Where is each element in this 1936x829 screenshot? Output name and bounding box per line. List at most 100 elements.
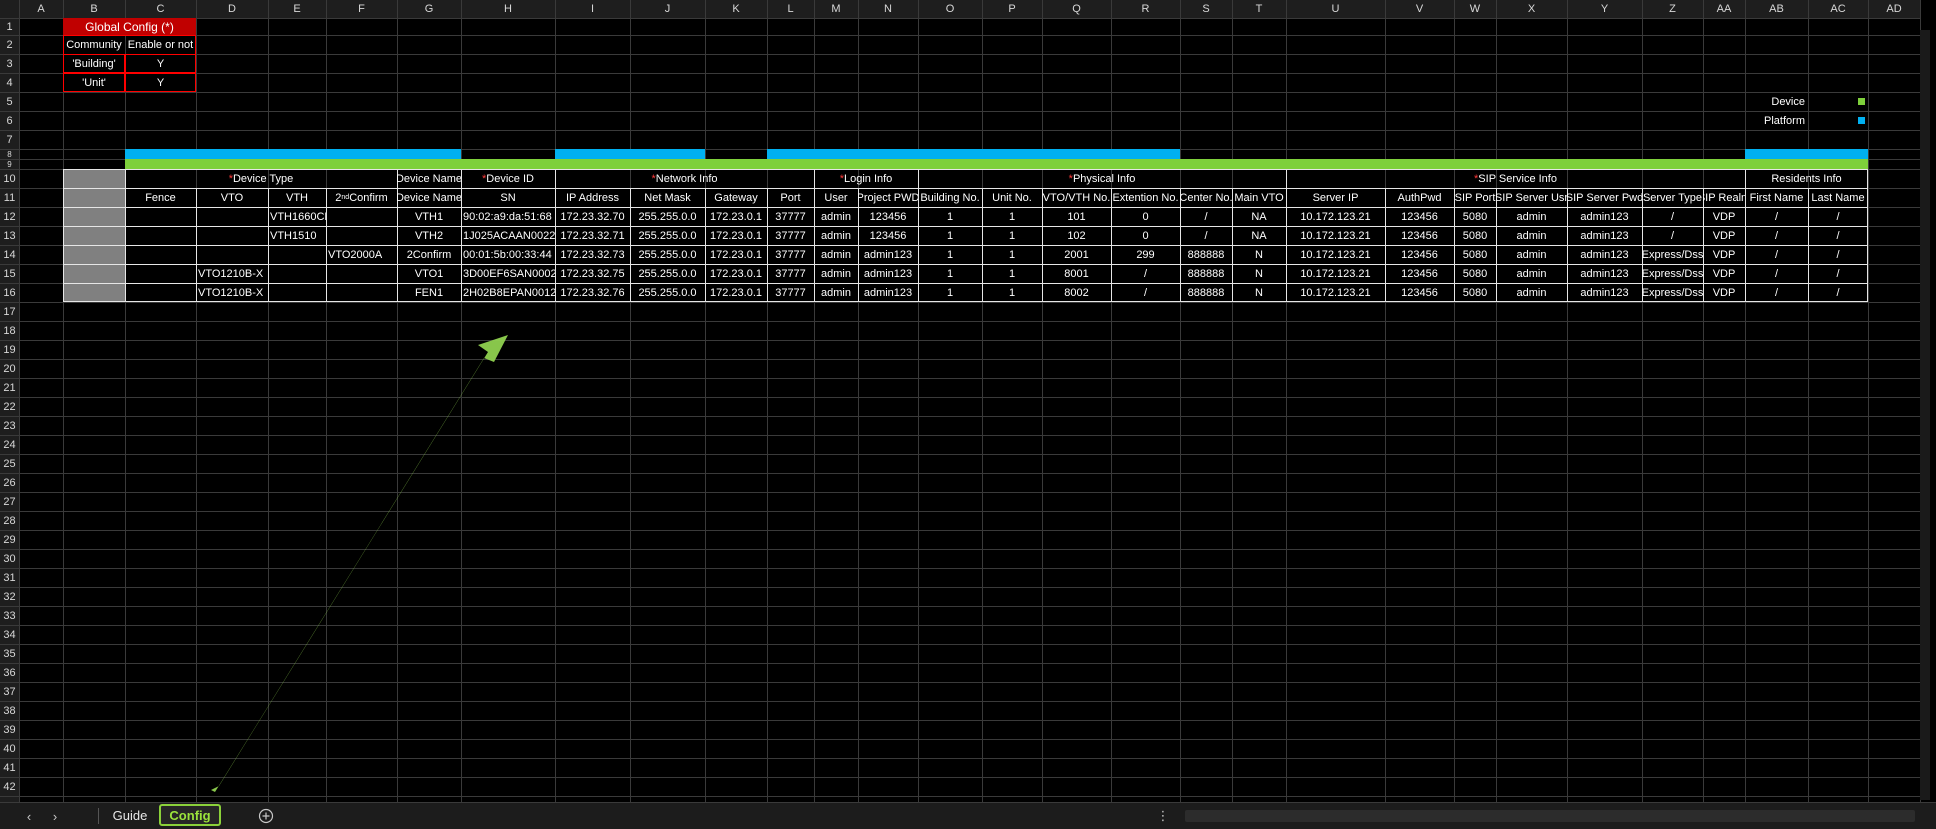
table-cell-device-name[interactable]: VTO1 xyxy=(397,264,461,283)
column-header-q[interactable]: Q xyxy=(1042,0,1111,18)
column-header-c[interactable]: C xyxy=(125,0,196,18)
table-cell-server-ip[interactable]: 10.172.123.21 xyxy=(1286,245,1385,264)
column-label-unit-no[interactable]: Unit No. xyxy=(982,188,1042,207)
row-header-8[interactable]: 8 xyxy=(0,149,19,159)
table-cell-vto[interactable]: VTO1210B-X xyxy=(196,283,268,302)
table-cell-realm[interactable]: VDP xyxy=(1703,226,1745,245)
column-header-i[interactable]: I xyxy=(555,0,630,18)
table-cell-center[interactable]: / xyxy=(1180,226,1232,245)
table-cell-ext[interactable]: 299 xyxy=(1111,245,1180,264)
column-label-ip[interactable]: IP Address xyxy=(555,188,630,207)
group-login-info[interactable]: * Login Info xyxy=(814,169,918,188)
row-header-27[interactable]: 27 xyxy=(0,492,19,511)
table-cell-vth[interactable]: VTH1510 xyxy=(268,226,326,245)
table-cell-server-type[interactable]: Express/Dss xyxy=(1642,283,1703,302)
row-header-31[interactable]: 31 xyxy=(0,568,19,587)
row-header-26[interactable]: 26 xyxy=(0,473,19,492)
column-header-b[interactable]: B xyxy=(63,0,125,18)
chevron-left-icon[interactable]: ‹ xyxy=(18,803,40,829)
table-cell-vto-vth-no[interactable]: 102 xyxy=(1042,226,1111,245)
table-cell-gateway[interactable]: 172.23.0.1 xyxy=(705,207,767,226)
table-cell-gateway[interactable]: 172.23.0.1 xyxy=(705,283,767,302)
row-header-22[interactable]: 22 xyxy=(0,397,19,416)
column-header-v[interactable]: V xyxy=(1385,0,1454,18)
column-label-vth[interactable]: VTH xyxy=(268,188,326,207)
column-header-d[interactable]: D xyxy=(196,0,268,18)
column-header-o[interactable]: O xyxy=(918,0,982,18)
table-cell-server-ip[interactable]: 10.172.123.21 xyxy=(1286,207,1385,226)
table-cell-project-pwd[interactable]: 123456 xyxy=(858,226,918,245)
column-header-r[interactable]: R xyxy=(1111,0,1180,18)
table-cell-project-pwd[interactable]: admin123 xyxy=(858,283,918,302)
table-cell-auth-pwd[interactable]: 123456 xyxy=(1385,226,1454,245)
table-cell-project-pwd[interactable]: admin123 xyxy=(858,245,918,264)
table-cell-unit[interactable]: 1 xyxy=(982,264,1042,283)
row-header-33[interactable]: 33 xyxy=(0,606,19,625)
table-cell-ext[interactable]: / xyxy=(1111,264,1180,283)
table-cell-ext[interactable]: / xyxy=(1111,283,1180,302)
legend-device-swatch[interactable] xyxy=(1858,98,1865,105)
table-cell-fence[interactable] xyxy=(125,226,196,245)
table-cell-confirm[interactable] xyxy=(326,207,397,226)
column-header-l[interactable]: L xyxy=(767,0,814,18)
table-cell-sip-port[interactable]: 5080 xyxy=(1454,226,1496,245)
global-config-community-header[interactable]: Community xyxy=(63,35,125,54)
table-cell-vto-vth-no[interactable]: 101 xyxy=(1042,207,1111,226)
group-device-name[interactable]: Device Name xyxy=(397,169,461,188)
column-header-u[interactable]: U xyxy=(1286,0,1385,18)
table-cell-building[interactable]: 1 xyxy=(918,264,982,283)
column-header-ab[interactable]: AB xyxy=(1745,0,1808,18)
column-header-h[interactable]: H xyxy=(461,0,555,18)
more-vertical-icon[interactable]: ⋮ xyxy=(1155,803,1171,829)
column-label-second-confirm[interactable]: 2nd Confirm xyxy=(326,188,397,207)
table-cell-vto[interactable]: VTO1210B-X xyxy=(196,264,268,283)
table-cell-ip[interactable]: 172.23.32.71 xyxy=(555,226,630,245)
table-cell-sip-pwd[interactable]: admin123 xyxy=(1567,207,1642,226)
column-header-t[interactable]: T xyxy=(1232,0,1286,18)
table-cell-device-name[interactable]: VTH2 xyxy=(397,226,461,245)
table-cell-realm[interactable]: VDP xyxy=(1703,264,1745,283)
table-cell-ext[interactable]: 0 xyxy=(1111,226,1180,245)
table-cell-building[interactable]: 1 xyxy=(918,226,982,245)
table-cell-mask[interactable]: 255.255.0.0 xyxy=(630,264,705,283)
table-cell-project-pwd[interactable]: 123456 xyxy=(858,207,918,226)
column-label-vto-vth-no[interactable]: VTO/VTH No. xyxy=(1042,188,1111,207)
table-cell-server-type[interactable]: Express/Dss xyxy=(1642,245,1703,264)
column-label-auth-pwd[interactable]: AuthPwd xyxy=(1385,188,1454,207)
row-header-19[interactable]: 19 xyxy=(0,340,19,359)
column-header-k[interactable]: K xyxy=(705,0,767,18)
table-cell-project-pwd[interactable]: admin123 xyxy=(858,264,918,283)
column-label-ext-no[interactable]: Extention No. xyxy=(1111,188,1180,207)
table-cell-center[interactable]: 888888 xyxy=(1180,245,1232,264)
table-cell-vth[interactable] xyxy=(268,283,326,302)
table-cell-user[interactable]: admin xyxy=(814,207,858,226)
table-cell-mask[interactable]: 255.255.0.0 xyxy=(630,283,705,302)
table-cell-building[interactable]: 1 xyxy=(918,207,982,226)
column-label-port[interactable]: Port xyxy=(767,188,814,207)
table-cell-center[interactable]: 888888 xyxy=(1180,264,1232,283)
global-config-value-cell[interactable]: Y xyxy=(125,73,196,92)
row-header-29[interactable]: 29 xyxy=(0,530,19,549)
table-cell-vto[interactable] xyxy=(196,245,268,264)
row-header-17[interactable]: 17 xyxy=(0,302,19,321)
table-cell-last[interactable]: / xyxy=(1808,226,1868,245)
table-cell-realm[interactable]: VDP xyxy=(1703,245,1745,264)
row-header-1[interactable]: 1 xyxy=(0,18,19,35)
column-label-main-vto[interactable]: Main VTO xyxy=(1232,188,1286,207)
table-cell-fence[interactable] xyxy=(125,283,196,302)
table-cell-ip[interactable]: 172.23.32.73 xyxy=(555,245,630,264)
table-cell-gateway[interactable]: 172.23.0.1 xyxy=(705,245,767,264)
table-cell-sip-port[interactable]: 5080 xyxy=(1454,245,1496,264)
table-cell-ip[interactable]: 172.23.32.75 xyxy=(555,264,630,283)
row-header-32[interactable]: 32 xyxy=(0,587,19,606)
table-cell-main-vto[interactable]: N xyxy=(1232,264,1286,283)
table-cell-mask[interactable]: 255.255.0.0 xyxy=(630,245,705,264)
table-cell-sn[interactable]: 3D00EF6SAN00028 xyxy=(461,264,555,283)
table-cell-first[interactable]: / xyxy=(1745,264,1808,283)
table-cell-confirm[interactable] xyxy=(326,283,397,302)
table-cell-user[interactable]: admin xyxy=(814,226,858,245)
table-cell-ip[interactable]: 172.23.32.70 xyxy=(555,207,630,226)
column-header-s[interactable]: S xyxy=(1180,0,1232,18)
row-header-30[interactable]: 30 xyxy=(0,549,19,568)
table-cell-vto-vth-no[interactable]: 8002 xyxy=(1042,283,1111,302)
